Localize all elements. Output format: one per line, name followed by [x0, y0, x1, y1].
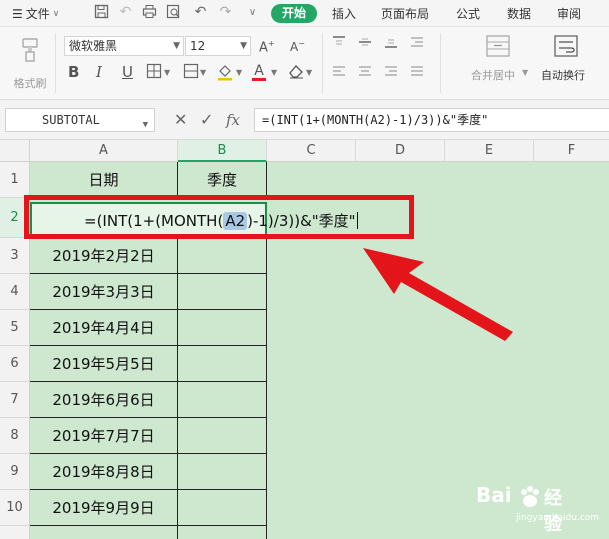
italic-icon[interactable]: I — [96, 63, 102, 81]
font-color-icon[interactable]: A — [252, 61, 266, 81]
chevron-down-icon: ▼ — [142, 120, 148, 130]
merge-center-label: 合并居中 — [471, 69, 515, 82]
tab-review[interactable]: 审阅 — [557, 5, 581, 22]
chevron-down-icon[interactable]: ▼ — [271, 64, 277, 82]
font-name-select[interactable]: 微软雅黑 ▼ — [64, 36, 184, 56]
format-painter-label: 格式刷 — [13, 77, 47, 90]
name-box[interactable]: SUBTOTAL ▼ — [5, 108, 155, 132]
menu-bar: ☰ 文件 ∨ ↶ ↶ ↷ ∨ 开始 插入 页面布局 公式 数据 审阅 — [0, 0, 609, 27]
file-menu-label: 文件 — [25, 7, 50, 21]
chevron-down-icon: ▼ — [240, 41, 247, 51]
chevron-down-icon[interactable]: ▼ — [200, 64, 206, 82]
undo-history-icon[interactable]: ↶ — [117, 4, 134, 21]
format-painter-button[interactable]: 格式刷 — [10, 35, 50, 93]
wrap-text-button[interactable]: 自动换行 — [540, 35, 600, 93]
indent-icon[interactable] — [410, 35, 424, 53]
tab-formulas[interactable]: 公式 — [456, 5, 480, 22]
watermark-brand-2: 经验 — [544, 488, 562, 535]
wrap-text-label: 自动换行 — [541, 69, 585, 82]
confirm-icon[interactable]: ✓ — [200, 110, 213, 130]
formula-bar: SUBTOTAL ▼ ✕ ✓ fx =(INT(1+(MONTH(A2)-1)/… — [0, 100, 609, 140]
undo-icon[interactable]: ↶ — [192, 4, 209, 21]
align-left-icon[interactable] — [332, 65, 346, 83]
align-center-icon[interactable] — [358, 65, 372, 83]
tab-insert[interactable]: 插入 — [332, 5, 356, 22]
align-right-icon[interactable] — [384, 65, 398, 83]
formula-input[interactable]: =(INT(1+(MONTH(A2)-1)/3))&"季度" — [254, 108, 609, 132]
hamburger-icon: ☰ — [12, 6, 23, 21]
fill-color-icon[interactable] — [216, 63, 234, 85]
borders-icon[interactable] — [146, 63, 162, 83]
insert-function-icon[interactable]: fx — [226, 110, 240, 130]
chevron-down-icon: ▼ — [173, 41, 180, 51]
cancel-icon[interactable]: ✕ — [174, 110, 187, 130]
chevron-down-icon: ▼ — [522, 68, 529, 77]
spreadsheet-grid: A B C D E F 1 2 3 4 5 6 7 8 9 10 日期 季度 =… — [0, 140, 609, 539]
chevron-down-icon: ∨ — [52, 8, 60, 19]
underline-icon[interactable]: U — [122, 63, 133, 81]
align-bottom-icon[interactable] — [384, 35, 398, 53]
justify-icon[interactable] — [410, 65, 424, 83]
merge-cells-icon[interactable] — [183, 63, 199, 83]
tab-home[interactable]: 开始 — [271, 4, 317, 23]
ribbon-divider — [440, 33, 441, 93]
bold-icon[interactable]: B — [68, 63, 79, 81]
watermark-brand: Bai — [476, 483, 512, 507]
font-size-value: 12 — [190, 39, 206, 53]
tab-page-layout[interactable]: 页面布局 — [381, 5, 429, 22]
align-middle-icon[interactable] — [358, 35, 372, 53]
paw-logo-icon — [521, 486, 539, 507]
decrease-font-icon[interactable]: A− — [290, 35, 305, 56]
align-top-icon[interactable] — [332, 35, 346, 53]
merge-center-button[interactable]: 合并居中 ▼ — [466, 35, 529, 93]
wrap-text-icon — [554, 35, 578, 57]
ribbon-divider — [55, 33, 56, 93]
print-icon[interactable] — [141, 4, 158, 21]
font-name-value: 微软雅黑 — [69, 39, 118, 53]
print-preview-icon[interactable] — [165, 4, 182, 21]
clear-format-icon[interactable] — [287, 63, 305, 83]
save-icon[interactable] — [93, 4, 110, 21]
watermark-url: jingyan.baidu.com — [516, 513, 600, 523]
tab-data[interactable]: 数据 — [507, 5, 531, 22]
format-painter-icon — [22, 38, 38, 62]
annotation-arrow-icon — [363, 248, 513, 341]
chevron-down-icon[interactable]: ▼ — [306, 64, 312, 82]
chevron-down-icon[interactable]: ▼ — [236, 64, 242, 82]
chevron-down-icon[interactable]: ▼ — [164, 64, 170, 82]
file-menu[interactable]: ☰ 文件 ∨ — [12, 5, 59, 22]
font-size-select[interactable]: 12 ▼ — [185, 36, 251, 56]
name-box-value: SUBTOTAL — [42, 113, 100, 127]
ribbon-divider — [322, 33, 323, 93]
increase-font-icon[interactable]: A+ — [259, 35, 275, 57]
merge-center-icon — [486, 35, 510, 57]
redo-icon[interactable]: ↷ — [217, 4, 234, 21]
ribbon: 格式刷 微软雅黑 ▼ 12 ▼ A+ A− B I U ▼ ▼ ▼ A ▼ ▼ — [0, 27, 609, 100]
quick-access-dropdown-icon[interactable]: ∨ — [244, 4, 261, 21]
